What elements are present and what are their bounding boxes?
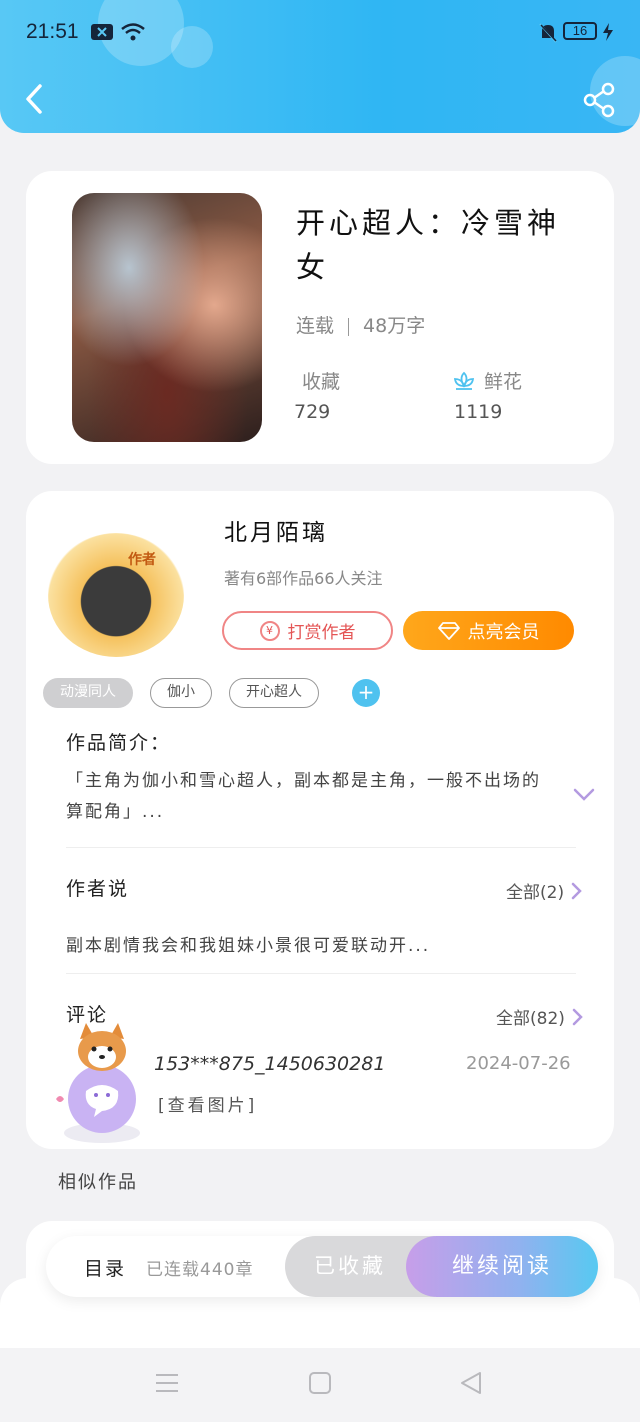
author-says-all-link[interactable]: 全部(2) bbox=[506, 878, 582, 903]
action-bar: 目录 已连载440章 已收藏 继续阅读 bbox=[46, 1236, 598, 1297]
intro-text: 「主角为伽小和雪心超人，副本都是主角，一般不出场的算配角」... bbox=[66, 771, 541, 822]
flowers-stat[interactable]: 鲜花 bbox=[452, 367, 522, 394]
system-nav-bar bbox=[0, 1348, 640, 1422]
status-bar: 21:51 16 bbox=[0, 14, 640, 50]
author-says-title: 作者说 bbox=[66, 878, 130, 900]
toc-chapter-count[interactable]: 已连载440章 bbox=[146, 1255, 253, 1280]
author-summary: 著有6部作品66人关注 bbox=[224, 569, 383, 588]
tip-author-button[interactable]: ¥ 打赏作者 bbox=[222, 611, 393, 650]
meta-divider bbox=[348, 317, 350, 336]
author-avatar[interactable]: 作者 bbox=[48, 533, 184, 657]
comment-body[interactable]: [查看图片] bbox=[158, 1091, 257, 1116]
tag-item[interactable]: 动漫同人 bbox=[43, 678, 133, 708]
activate-vip-label: 点亮会员 bbox=[467, 621, 540, 643]
menu-icon bbox=[156, 1374, 178, 1392]
divider bbox=[66, 847, 576, 848]
activate-vip-button[interactable]: 点亮会员 bbox=[403, 611, 574, 650]
book-cover-image[interactable] bbox=[72, 193, 262, 442]
chevron-down-icon[interactable] bbox=[572, 787, 596, 803]
similar-works-title: 相似作品 bbox=[58, 1172, 138, 1193]
tip-author-label: 打赏作者 bbox=[287, 623, 356, 643]
comment-date: 2024-07-26 bbox=[466, 1053, 571, 1074]
triangle-back-icon bbox=[461, 1372, 481, 1394]
top-header: 21:51 16 bbox=[0, 0, 640, 133]
chevron-right-icon bbox=[572, 1008, 583, 1025]
battery-indicator: 16 bbox=[563, 22, 597, 40]
author-says-text[interactable]: 副本剧情我会和我姐妹小景很可爱联动开... bbox=[66, 931, 430, 956]
home-nav-button[interactable] bbox=[308, 1370, 332, 1400]
author-card: 作者 北月陌璃 著有6部作品66人关注 ¥ 打赏作者 点亮会员 动漫同人 伽小 … bbox=[26, 491, 614, 1149]
add-tag-button[interactable]: + bbox=[352, 679, 380, 707]
yen-coin-icon: ¥ bbox=[259, 620, 280, 641]
divider bbox=[66, 973, 576, 974]
toc-button[interactable]: 目录 bbox=[84, 1254, 126, 1281]
comment-mascot-icon bbox=[50, 1021, 150, 1145]
chevron-right-icon bbox=[571, 882, 582, 899]
favorites-label: 收藏 bbox=[302, 371, 341, 393]
comment-username[interactable]: 153***875_1450630281 bbox=[154, 1053, 385, 1075]
intro-title: 作品简介： bbox=[66, 732, 172, 754]
book-status: 连载 bbox=[296, 315, 335, 337]
comments-all-link[interactable]: 全部(82) bbox=[496, 1004, 583, 1029]
back-nav-button[interactable] bbox=[458, 1370, 484, 1400]
tag-list: 动漫同人 伽小 开心超人 + bbox=[43, 678, 380, 708]
tag-item[interactable]: 伽小 bbox=[150, 678, 212, 708]
tag-item[interactable]: 开心超人 bbox=[229, 678, 319, 708]
mute-icon bbox=[538, 22, 558, 48]
charging-icon bbox=[602, 22, 614, 46]
notification-icon bbox=[90, 22, 114, 46]
back-button[interactable] bbox=[20, 80, 52, 118]
wifi-icon bbox=[120, 22, 146, 46]
book-title: 开心超人：冷雪神女 bbox=[296, 206, 561, 284]
flower-icon bbox=[453, 371, 475, 390]
share-icon bbox=[583, 82, 615, 118]
book-word-count: 48万字 bbox=[363, 315, 426, 337]
author-says-all-label: 全部(2) bbox=[506, 883, 565, 903]
favorites-count: 729 bbox=[294, 401, 331, 423]
diamond-icon bbox=[437, 621, 460, 640]
author-badge: 作者 bbox=[128, 552, 156, 568]
flowers-label: 鲜花 bbox=[484, 371, 523, 393]
home-square-icon bbox=[309, 1372, 331, 1394]
chevron-left-icon bbox=[26, 84, 42, 114]
menu-nav-button[interactable] bbox=[154, 1370, 180, 1400]
status-time: 21:51 bbox=[26, 20, 79, 43]
book-info-card: 开心超人：冷雪神女 连载 48万字 收藏 729 鲜花 1119 bbox=[26, 171, 614, 464]
comments-all-label: 全部(82) bbox=[496, 1009, 565, 1029]
share-button[interactable] bbox=[580, 82, 620, 118]
book-meta: 连载 48万字 bbox=[296, 311, 425, 338]
flowers-count: 1119 bbox=[454, 401, 503, 423]
author-name[interactable]: 北月陌璃 bbox=[224, 513, 328, 547]
continue-reading-button[interactable]: 继续阅读 bbox=[406, 1236, 598, 1297]
